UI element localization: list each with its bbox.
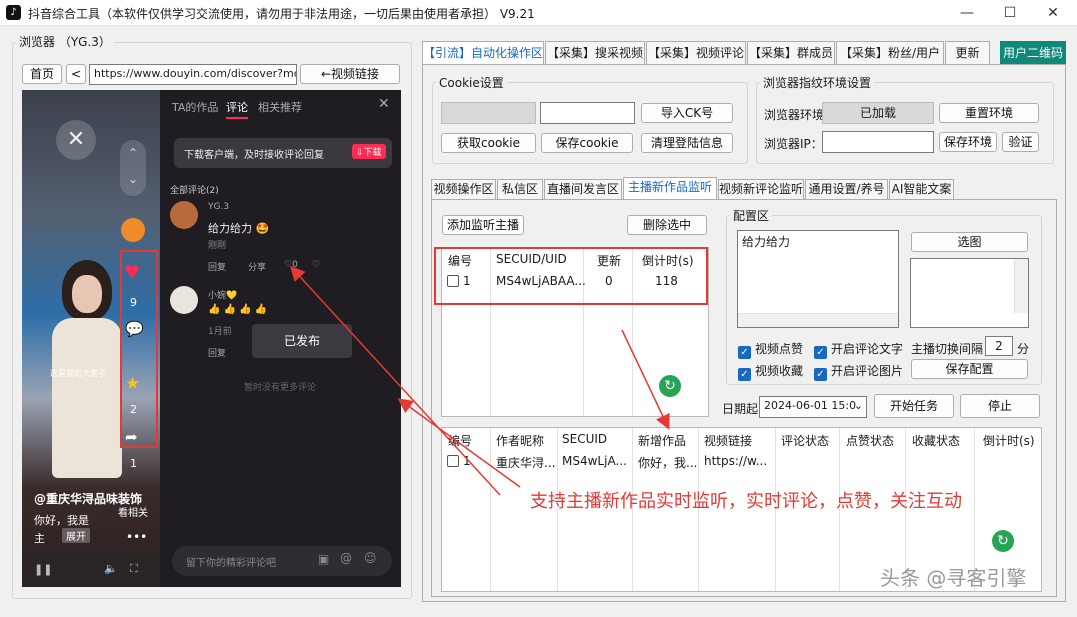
arrow-to-results [621,329,670,430]
arrow-to-comment [289,265,501,496]
annotation-arrows [289,265,670,496]
arrow-to-actions [397,398,521,488]
watermark: 头条 @寻客引擎 [880,566,1027,590]
